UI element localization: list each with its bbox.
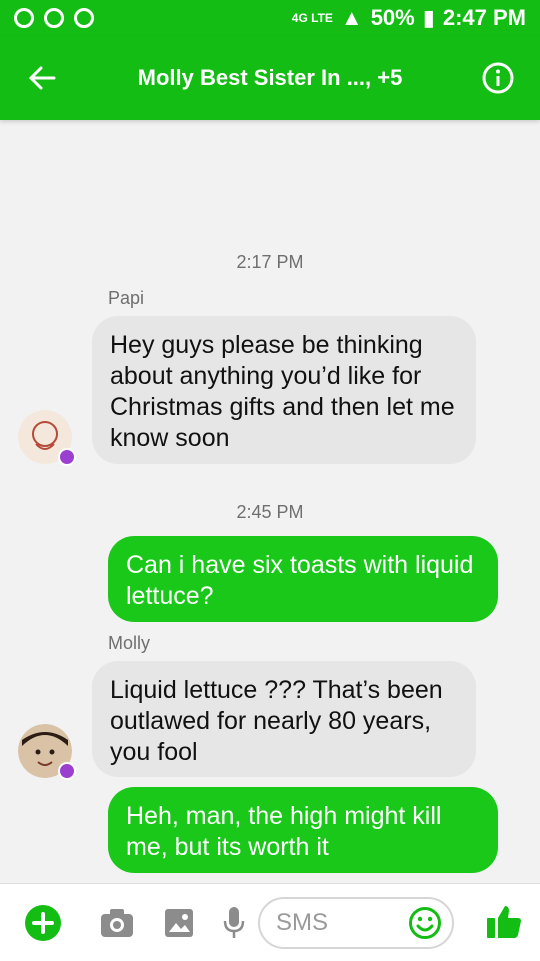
incoming-message-bubble[interactable]: Liquid lettuce ??? That’s been outlawed … (92, 661, 476, 777)
add-button[interactable] (0, 884, 86, 961)
messenger-badge-icon (58, 762, 76, 780)
messenger-badge-icon (58, 448, 76, 466)
info-icon (482, 62, 514, 94)
mic-button[interactable] (210, 884, 258, 961)
sms-input[interactable]: SMS (258, 897, 454, 949)
message-timestamp: 2:17 PM (236, 252, 304, 272)
status-bar: 4G LTE ▲ 50% ▮ 2:47 PM (0, 0, 540, 36)
status-notification-icons (14, 8, 94, 28)
battery-percent: 50% (370, 5, 415, 30)
composer-bar: SMS (0, 883, 540, 961)
notification-icon (14, 8, 34, 28)
emoji-button[interactable] (408, 906, 442, 940)
image-button[interactable] (148, 884, 210, 961)
sync-icon (74, 8, 94, 28)
camera-button[interactable] (86, 884, 148, 961)
clock: 2:47 PM (442, 5, 526, 30)
message-timestamp: 2:45 PM (236, 502, 304, 522)
image-icon (165, 908, 193, 937)
info-button[interactable] (456, 36, 540, 120)
signal-icon: ▲ (340, 5, 363, 30)
avatar-molly[interactable] (18, 724, 76, 780)
sms-input-placeholder: SMS (276, 909, 329, 936)
alert-icon (44, 8, 64, 28)
mic-icon (223, 906, 245, 938)
network-indicator: 4G LTE (291, 11, 333, 25)
back-button[interactable] (0, 36, 84, 120)
conversation-title[interactable]: Molly Best Sister In ..., +5 (84, 65, 456, 91)
sender-name: Papi (108, 288, 145, 308)
like-button[interactable] (482, 900, 526, 944)
conversation-header: Molly Best Sister In ..., +5 (0, 36, 540, 120)
emoji-icon (409, 907, 441, 939)
thumbs-up-icon (487, 906, 521, 938)
sender-name: Molly (108, 633, 151, 653)
battery-icon: ▮ (422, 5, 435, 30)
outgoing-message-bubble[interactable]: Heh, man, the high might kill me, but it… (108, 787, 498, 873)
camera-icon (101, 908, 133, 937)
outgoing-message-bubble[interactable]: Can i have six toasts with liquid lettuc… (108, 536, 498, 622)
avatar-papi[interactable] (18, 410, 76, 466)
plus-icon (25, 904, 61, 941)
incoming-message-bubble[interactable]: Hey guys please be thinking about anythi… (92, 316, 476, 464)
status-system-area: 4G LTE ▲ 50% ▮ 2:47 PM (292, 5, 526, 31)
arrow-left-icon (28, 66, 56, 90)
